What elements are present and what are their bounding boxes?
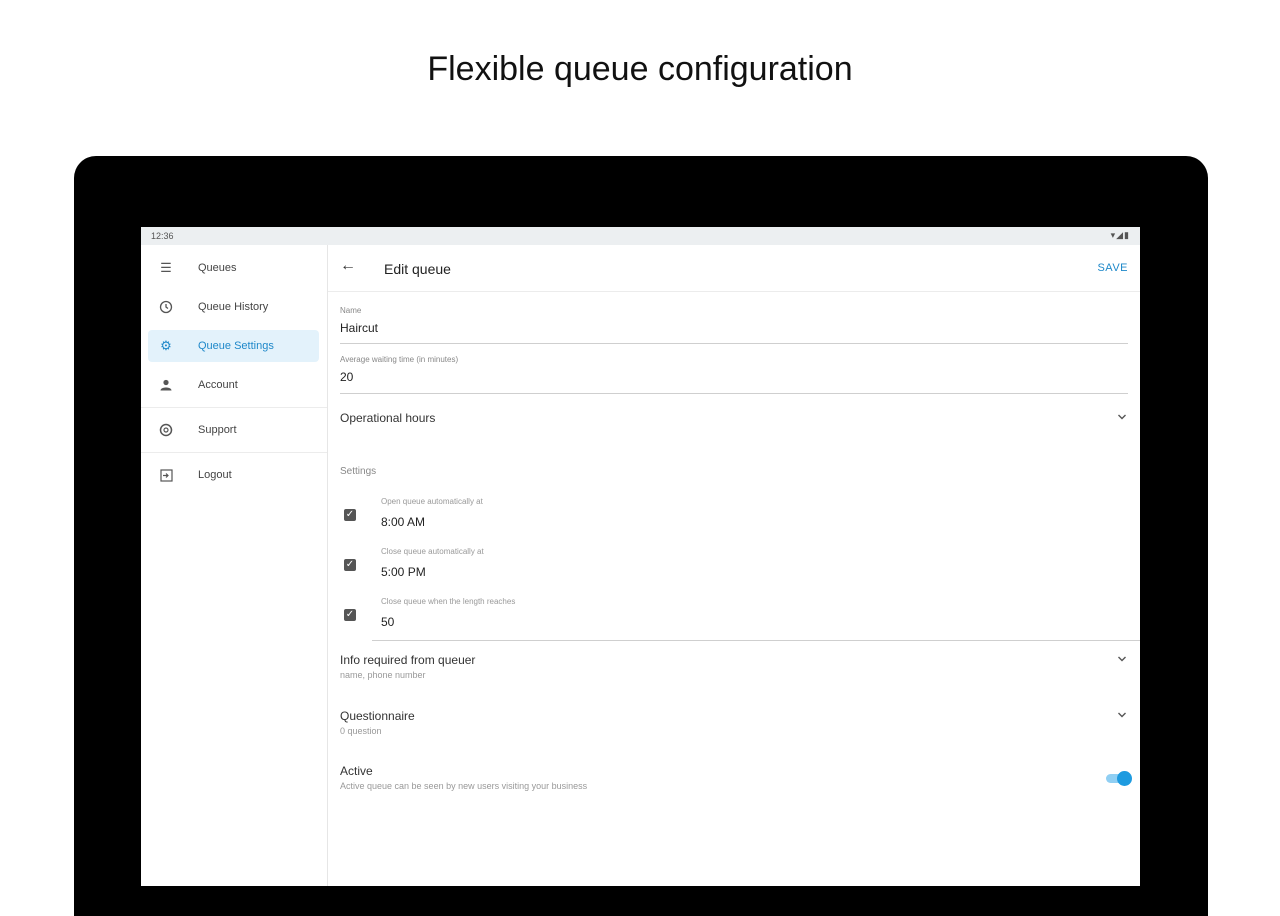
- save-button[interactable]: SAVE: [1097, 262, 1128, 274]
- active-toggle[interactable]: [1106, 771, 1132, 786]
- sidebar-item-label: Queue Settings: [198, 340, 274, 352]
- toggle-knob: [1117, 771, 1132, 786]
- avg-wait-field-value[interactable]: 20: [340, 370, 1128, 384]
- questionnaire-title: Questionnaire: [340, 709, 415, 723]
- setting-label: Open queue automatically at: [381, 497, 483, 506]
- name-field-label: Name: [340, 306, 362, 315]
- navigation-drawer: ☰ Queues Queue History ⚙ Queue Settings …: [141, 245, 328, 886]
- avg-wait-field-label: Average waiting time (in minutes): [340, 355, 459, 364]
- edit-queue-panel: ← Edit queue SAVE Name Haircut Average w…: [328, 245, 1140, 886]
- logout-icon: [158, 467, 174, 483]
- field-underline: [372, 640, 1140, 641]
- status-bar: 12:36 ▾◢▮: [141, 227, 1140, 245]
- history-icon: [158, 299, 174, 315]
- headline: Flexible queue configuration: [427, 50, 853, 88]
- sidebar-item-queues[interactable]: ☰ Queues: [148, 252, 319, 284]
- close-queue-checkbox[interactable]: ✓: [344, 559, 356, 571]
- app-bar: ← Edit queue SAVE: [328, 245, 1140, 292]
- settings-section-label: Settings: [340, 466, 377, 477]
- status-icons: ▾◢▮: [1110, 230, 1130, 240]
- active-title: Active: [340, 764, 373, 778]
- info-required-subtitle: name, phone number: [340, 670, 426, 680]
- open-queue-checkbox[interactable]: ✓: [344, 509, 356, 521]
- name-field-value[interactable]: Haircut: [340, 321, 1128, 335]
- setting-close-at-length: ✓ Close queue when the length reaches 50: [340, 597, 1140, 641]
- setting-value[interactable]: 8:00 AM: [381, 515, 425, 529]
- field-underline: [340, 393, 1128, 394]
- drawer-divider: [141, 407, 327, 408]
- setting-label: Close queue when the length reaches: [381, 597, 516, 606]
- setting-label: Close queue automatically at: [381, 547, 484, 556]
- avg-wait-field[interactable]: Average waiting time (in minutes) 20: [340, 355, 1128, 394]
- operational-hours-expander[interactable]: Operational hours: [340, 411, 1128, 447]
- sidebar-item-label: Account: [198, 379, 238, 391]
- chevron-down-icon: [1116, 653, 1128, 668]
- drawer-divider: [141, 452, 327, 453]
- info-required-expander[interactable]: Info required from queuer name, phone nu…: [340, 653, 1128, 689]
- operational-hours-title: Operational hours: [340, 411, 436, 425]
- sidebar-item-logout[interactable]: Logout: [148, 459, 319, 491]
- setting-close-queue: ✓ Close queue automatically at 5:00 PM: [340, 547, 1140, 591]
- sidebar-item-queue-history[interactable]: Queue History: [148, 291, 319, 323]
- gear-icon: ⚙: [160, 338, 172, 353]
- name-field[interactable]: Name Haircut: [340, 306, 1128, 344]
- sidebar-item-support[interactable]: Support: [148, 414, 319, 446]
- tablet-screen: 12:36 ▾◢▮ ☰ Queues Queue History ⚙ Queue…: [141, 227, 1140, 886]
- close-at-length-checkbox[interactable]: ✓: [344, 609, 356, 621]
- sidebar-item-label: Queue History: [198, 301, 269, 313]
- status-time: 12:36: [151, 231, 174, 241]
- person-icon: [158, 377, 174, 393]
- setting-open-queue: ✓ Open queue automatically at 8:00 AM: [340, 497, 1140, 541]
- setting-value[interactable]: 50: [381, 615, 394, 629]
- sidebar-item-account[interactable]: Account: [148, 369, 319, 401]
- setting-value[interactable]: 5:00 PM: [381, 565, 426, 579]
- sidebar-item-label: Logout: [198, 469, 232, 481]
- chevron-down-icon: [1116, 709, 1128, 724]
- sidebar-item-queue-settings[interactable]: ⚙ Queue Settings: [148, 330, 319, 362]
- sidebar-item-label: Queues: [198, 262, 237, 274]
- support-icon: [158, 422, 174, 438]
- questionnaire-subtitle: 0 question: [340, 726, 382, 736]
- active-subtitle: Active queue can be seen by new users vi…: [340, 781, 588, 791]
- chevron-down-icon: [1116, 411, 1128, 426]
- menu-icon: ☰: [160, 260, 172, 275]
- back-arrow-icon[interactable]: ←: [340, 257, 356, 275]
- questionnaire-expander[interactable]: Questionnaire 0 question: [340, 709, 1128, 745]
- active-row: Active Active queue can be seen by new u…: [340, 764, 1128, 800]
- page-title: Edit queue: [384, 261, 451, 277]
- info-required-title: Info required from queuer: [340, 653, 476, 667]
- sidebar-item-label: Support: [198, 424, 237, 436]
- field-underline: [340, 343, 1128, 344]
